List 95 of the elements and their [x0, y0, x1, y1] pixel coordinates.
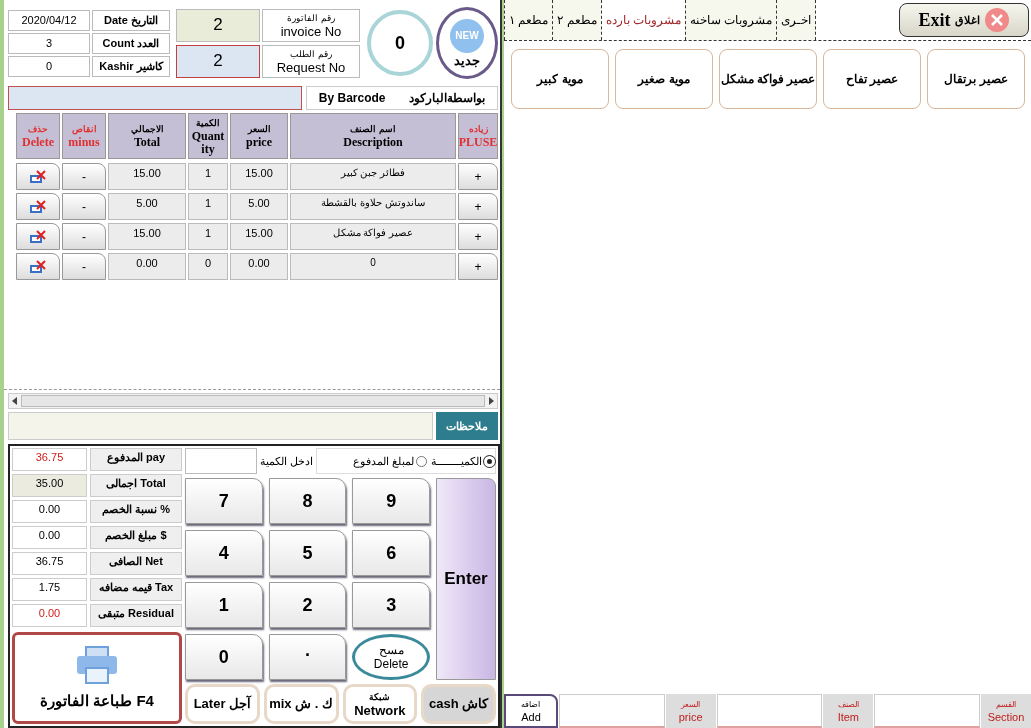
summary-label: الصافى Net [90, 552, 182, 575]
summary-value: 0.00 [12, 526, 87, 549]
delete-icon [29, 259, 47, 274]
keypad-key[interactable]: 5 [268, 530, 347, 576]
payment-button[interactable]: cash كاش [421, 684, 496, 724]
minus-button[interactable]: - [62, 163, 106, 190]
minus-button[interactable]: - [62, 193, 106, 220]
print-invoice-button[interactable]: طباعة الفاتورة F4 [12, 632, 182, 724]
table-cell: 0.00 [108, 253, 186, 280]
counter-display: 0 [367, 10, 433, 76]
delete-icon [29, 199, 47, 214]
info-label: Date التاريخ [92, 9, 170, 31]
summary-value: 0.00 [12, 500, 87, 523]
product-button[interactable]: موية صغير [615, 49, 713, 109]
table-cell: 15.00 [108, 163, 186, 190]
table-cell: عصير فواكة مشكل [290, 223, 456, 250]
summary-value: 36.75 [12, 448, 87, 471]
plus-button[interactable]: + [458, 193, 498, 220]
entry-field[interactable] [716, 694, 823, 728]
summary-label: متبقى Residual [90, 604, 182, 627]
plus-button[interactable]: + [458, 223, 498, 250]
product-button[interactable]: عصير برتقال [927, 49, 1025, 109]
table-cell: 0 [290, 253, 456, 280]
table-cell: 1 [188, 223, 228, 250]
info-label: Count العدد [92, 32, 170, 54]
payment-button[interactable]: Later آجل [185, 684, 260, 724]
table-cell: ساندوتش حلاوة بالقشطة [290, 193, 456, 220]
delete-row-button[interactable] [16, 223, 60, 250]
product-button[interactable]: عصير تفاح [823, 49, 921, 109]
printer-icon [76, 646, 118, 684]
summary-label: اجمالى Total [90, 474, 182, 497]
radio-label: الكميــــــــة [431, 454, 482, 468]
keypad-key[interactable]: 8 [268, 478, 347, 524]
payment-button[interactable]: mix ك . ش [263, 684, 339, 724]
radio-button[interactable] [416, 455, 427, 467]
plus-button[interactable]: + [458, 163, 498, 190]
info-value: 0 [8, 55, 90, 77]
delete-icon [29, 229, 47, 244]
notes-label: ملاحظات [436, 412, 498, 440]
plus-button[interactable]: + [458, 253, 498, 280]
table-cell: 15.00 [230, 223, 288, 250]
minus-button[interactable]: - [62, 253, 106, 280]
table-cell: 0 [188, 253, 228, 280]
summary-label: نسبة الخصم % [90, 500, 182, 523]
table-cell: 0.00 [230, 253, 288, 280]
summary-value: 36.75 [12, 552, 87, 575]
info-value: 3 [8, 32, 90, 54]
delete-icon [29, 169, 47, 184]
product-button[interactable]: عصير فواكة مشكل [719, 49, 817, 109]
quantity-label: ادخل الكمية [260, 454, 314, 468]
enter-key[interactable]: Enter [436, 478, 496, 680]
keypad-key[interactable]: 7 [185, 478, 263, 524]
new-badge-icon: NEW [450, 18, 484, 53]
product-button[interactable]: موية كبير [511, 49, 609, 109]
summary-value: 1.75 [12, 578, 87, 601]
keypad-key[interactable]: 3 [352, 582, 430, 628]
category-tab[interactable]: مطعم ٢ [552, 0, 601, 40]
delete-row-button[interactable] [16, 163, 60, 190]
minus-button[interactable]: - [62, 223, 106, 250]
delete-row-button[interactable] [16, 253, 60, 280]
table-cell: 15.00 [108, 223, 186, 250]
table-cell: فطائر جبن كبير [290, 163, 456, 190]
summary-label: مبلغ الخصم $ [90, 526, 182, 549]
close-icon [983, 7, 1010, 33]
table-cell: 1 [188, 163, 228, 190]
keypad-key[interactable]: 4 [185, 530, 263, 576]
keypad-key[interactable]: 9 [352, 478, 430, 524]
table-cell: 15.00 [230, 163, 288, 190]
notes-field[interactable] [8, 412, 433, 440]
table-cell: 5.00 [108, 193, 186, 220]
info-value: 2020/04/12 [8, 9, 90, 31]
summary-label: قيمه مضافه Tax [90, 578, 182, 601]
category-tab[interactable]: مشروبات ساخنه [685, 0, 777, 40]
table-cell: 5.00 [230, 193, 288, 220]
number-value: 2 [176, 44, 260, 78]
keypad-key[interactable]: 0 [185, 634, 263, 680]
entry-field[interactable] [559, 694, 665, 728]
summary-label: المدفوع pay [90, 448, 182, 471]
barcode-field[interactable] [8, 86, 302, 110]
table-cell: 1 [188, 193, 228, 220]
number-value: 2 [176, 8, 260, 42]
category-tab[interactable]: مطعم ١ [504, 0, 553, 40]
entry-field[interactable] [874, 694, 980, 728]
keypad-key[interactable]: . [268, 634, 347, 680]
keypad-key[interactable]: 1 [185, 582, 263, 628]
summary-value: 35.00 [12, 474, 87, 497]
keypad-key[interactable]: 2 [268, 582, 347, 628]
delete-row-button[interactable] [16, 193, 60, 220]
quantity-field[interactable] [185, 448, 257, 474]
summary-value: 0.00 [12, 604, 87, 627]
radio-label: لمبلغ المدفوع [352, 454, 414, 468]
info-label: Kashir كاشير [92, 55, 170, 77]
category-tab[interactable]: اخـرى [776, 0, 817, 40]
keypad-key[interactable]: 6 [352, 530, 430, 576]
horizontal-scrollbar[interactable] [8, 393, 498, 409]
